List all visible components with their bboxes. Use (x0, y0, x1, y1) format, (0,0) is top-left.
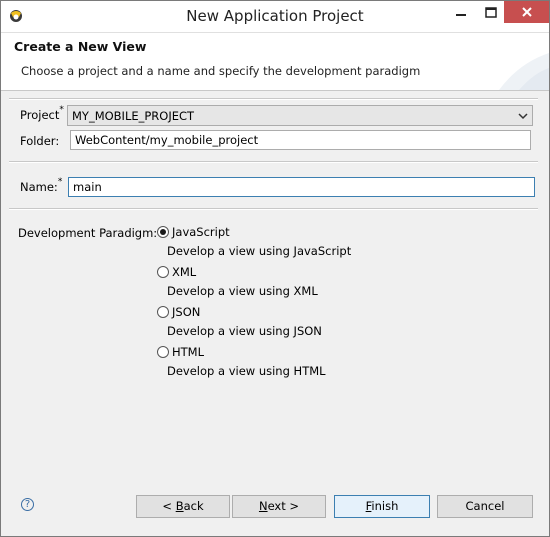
separator (9, 208, 538, 210)
radio-label: JSON (172, 305, 201, 319)
required-marker: * (59, 105, 64, 115)
paradigm-label: Development Paradigm: (18, 226, 158, 240)
radio-button[interactable] (157, 266, 169, 278)
radio-button[interactable] (157, 226, 169, 238)
maximize-button[interactable] (478, 1, 504, 23)
radio-javascript[interactable]: JavaScript (157, 225, 230, 239)
title-bar[interactable]: New Application Project (1, 1, 549, 32)
name-field[interactable]: main (68, 177, 535, 197)
chevron-down-icon (518, 113, 528, 120)
radio-label: XML (172, 265, 197, 279)
project-combo-value: MY_MOBILE_PROJECT (72, 109, 195, 123)
required-marker: * (57, 177, 63, 187)
radio-xml[interactable]: XML (157, 265, 196, 279)
project-combo[interactable]: MY_MOBILE_PROJECT (67, 105, 533, 126)
radio-json[interactable]: JSON (157, 305, 200, 319)
back-button[interactable]: < Back (136, 495, 230, 518)
cancel-button[interactable]: Cancel (437, 495, 533, 518)
name-label: Name:* (20, 177, 63, 194)
close-icon (521, 7, 532, 17)
next-button[interactable]: Next > (232, 495, 326, 518)
folder-label: Folder: (20, 134, 60, 148)
radio-description: Develop a view using JSON (167, 324, 322, 338)
radio-label: JavaScript (172, 225, 230, 239)
banner-title: Create a New View (14, 39, 147, 54)
project-label: Project* (20, 105, 64, 122)
radio-description: Develop a view using HTML (167, 364, 326, 378)
minimize-icon (456, 14, 466, 16)
banner-decoration (499, 53, 549, 90)
wizard-banner: Create a New View Choose a project and a… (1, 32, 549, 91)
radio-button[interactable] (157, 346, 169, 358)
radio-button[interactable] (157, 306, 169, 318)
banner-description: Choose a project and a name and specify … (21, 64, 421, 78)
help-icon[interactable]: ? (21, 498, 34, 511)
radio-description: Develop a view using XML (167, 284, 318, 298)
minimize-button[interactable] (444, 1, 478, 23)
close-button[interactable] (504, 1, 549, 23)
folder-field[interactable]: WebContent/my_mobile_project (70, 130, 531, 150)
separator (9, 98, 538, 100)
finish-button[interactable]: Finish (334, 495, 430, 518)
radio-label: HTML (172, 345, 205, 359)
dialog-window: New Application Project Create a New Vie… (0, 0, 550, 537)
maximize-icon (485, 6, 497, 18)
radio-description: Develop a view using JavaScript (167, 244, 352, 258)
separator (9, 161, 538, 163)
radio-html[interactable]: HTML (157, 345, 204, 359)
